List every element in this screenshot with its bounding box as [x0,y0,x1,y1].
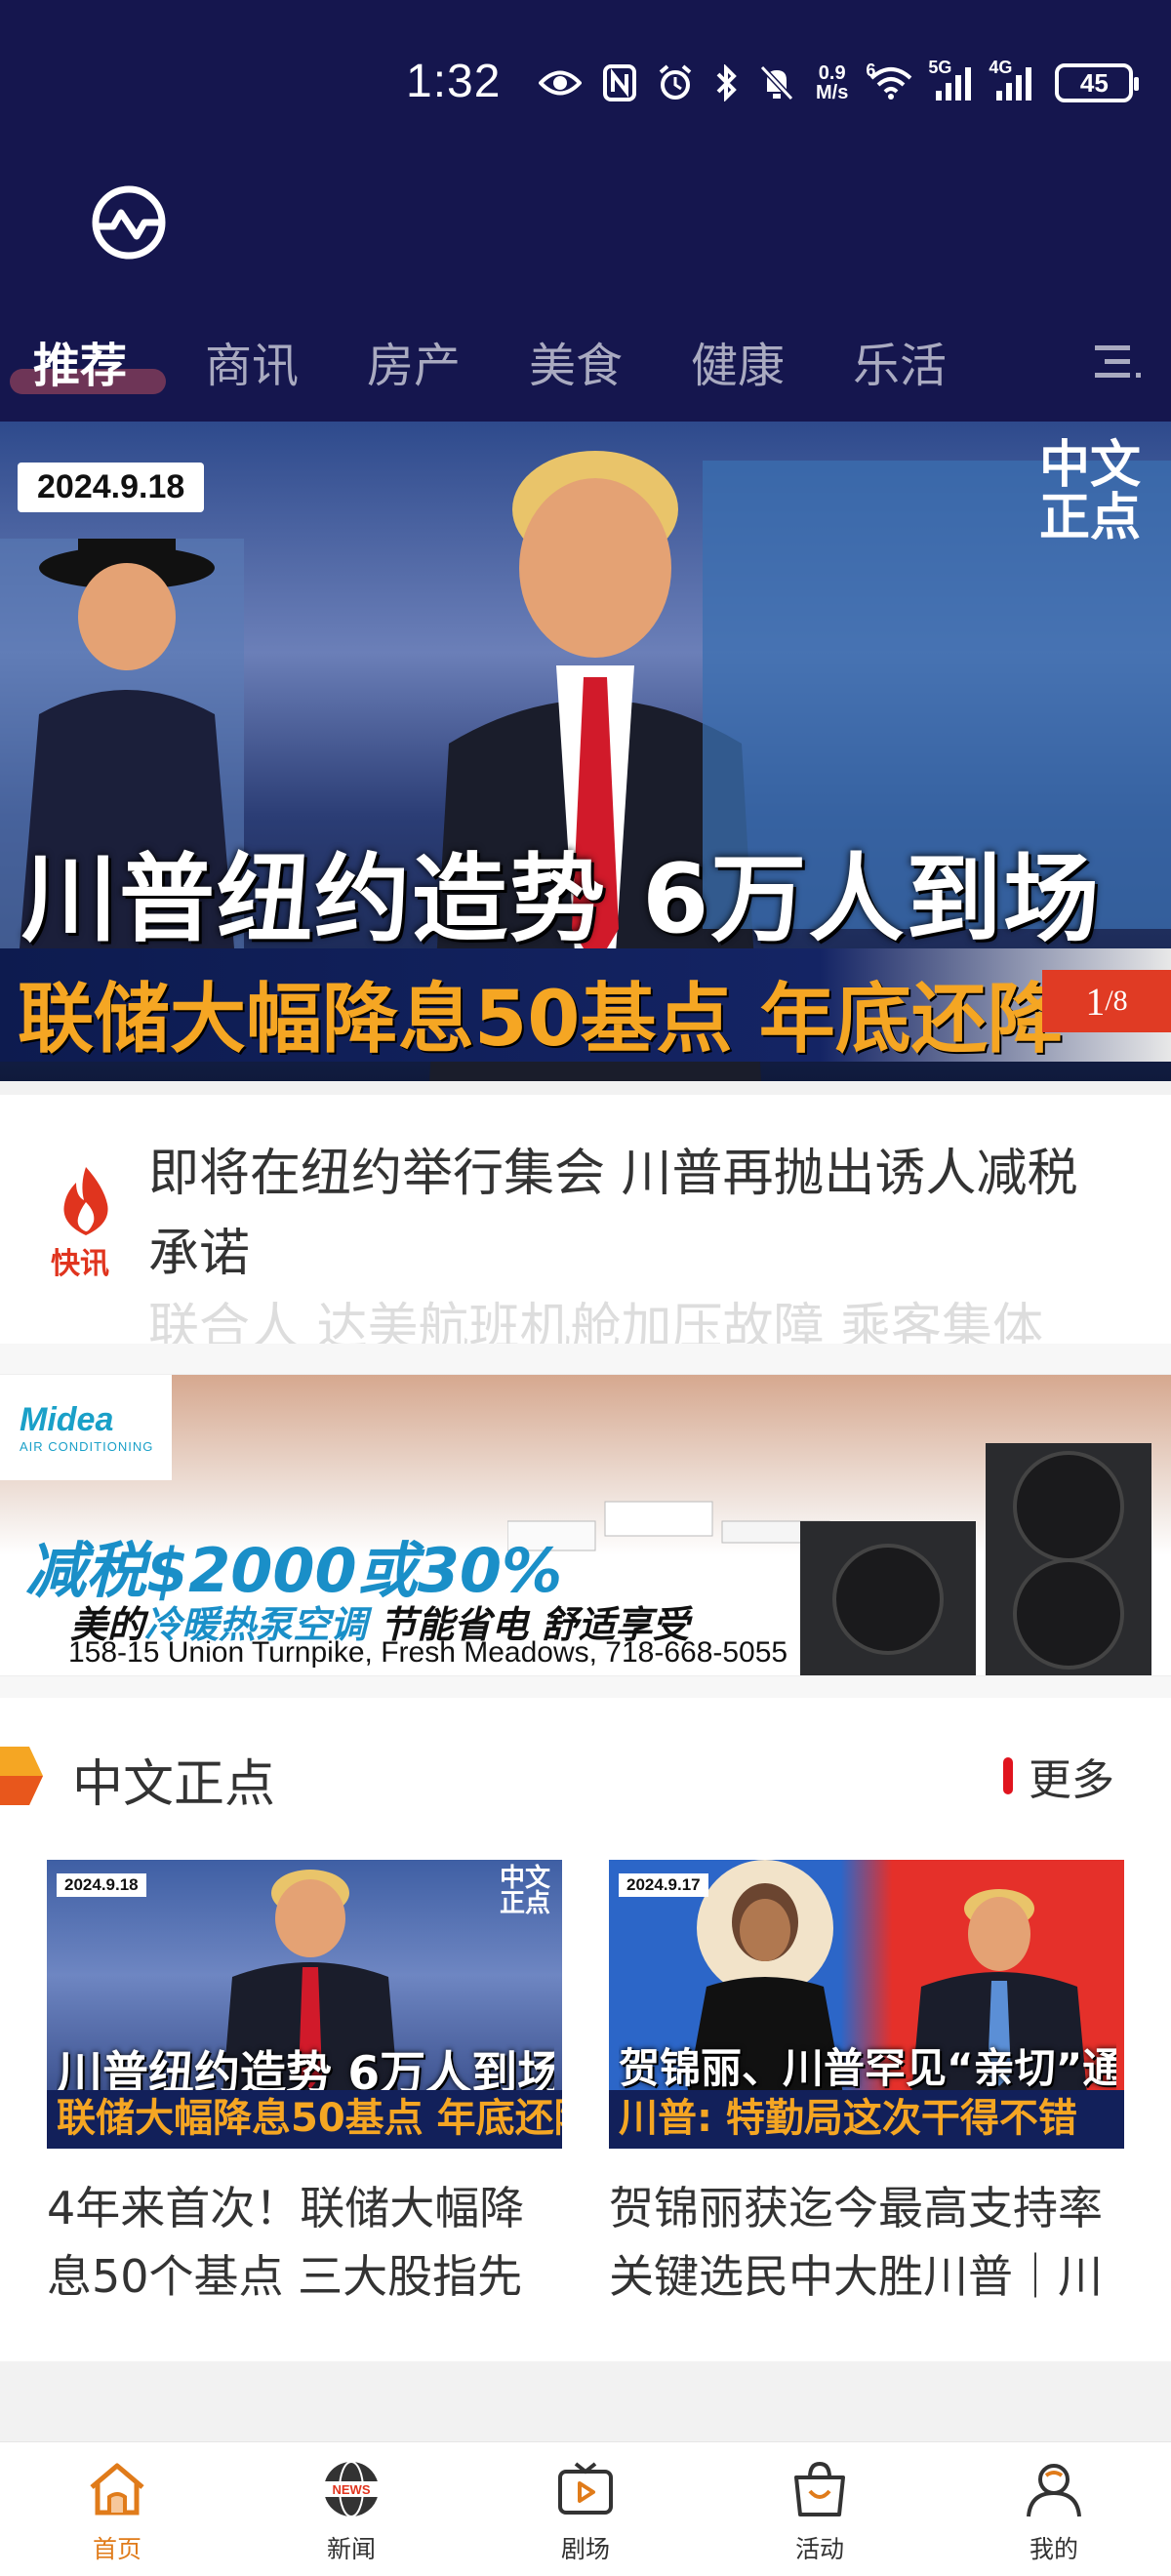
more-button[interactable]: 更多 [1003,1745,1114,1807]
news-flash[interactable]: 快讯 即将在纽约举行集会 川普再抛出诱人减税承诺 联合人 达美航班机舱加压故障 … [0,1095,1171,1344]
more-label: 更多 [1029,1755,1114,1805]
nfc-icon [603,64,636,101]
network-speed-unit: M/s [816,82,849,103]
news-flash-label: 快讯 [51,1247,109,1281]
nav-profile[interactable]: 我的 [986,2458,1122,2565]
home-icon [90,2463,144,2516]
eye-icon [539,68,582,98]
banner-page-total: /8 [1105,985,1128,1017]
nav-news-label: 新闻 [326,2535,376,2563]
card-thumb-headline: 贺锦丽、川普罕见“亲切”通话 [619,2044,1116,2092]
nav-profile-label: 我的 [1029,2535,1078,2563]
banner-page-current: 1 [1085,979,1106,1024]
video-card[interactable]: 2024.9.17 贺锦丽、川普罕见“亲切”通话 川普: 特勤局这次干得不错 贺… [609,1860,1124,2311]
bluetooth-icon [714,64,738,101]
card-title[interactable]: 4年来首次！联储大幅降息50个基点 三大股指先 [47,2174,562,2311]
tv-play-icon [558,2462,613,2515]
card-date: 2024.9.17 [619,1873,708,1897]
mute-icon [759,64,794,101]
news-icon-text: NEWS [333,2482,371,2497]
signal-label-4g: 4G [989,58,1013,77]
news-flash-text[interactable]: 即将在纽约举行集会 川普再抛出诱人减税承诺 [148,1134,1124,1294]
nav-theater-label: 剧场 [560,2535,610,2563]
nav-events[interactable]: 活动 [751,2458,888,2565]
section-title: 中文正点 [72,1755,276,1814]
network-speed: 0.9 M/s [816,63,848,102]
bottom-navigation: 首页 NEWS 新闻 剧场 活动 我的 [0,2441,1171,2576]
news-flash-next: 联合人 达美航班机舱加压故障 乘客集体 [148,1299,1044,1344]
ad-brand-sub: AIR CONDITIONING [20,1439,154,1454]
banner-brand-logo: 中文正点 [1038,436,1141,547]
banner-headline: 川普纽约造势 6万人到场 [21,844,1102,955]
section-flag-icon [0,1747,43,1805]
nav-events-label: 活动 [794,2535,844,2563]
tabs-menu-icon[interactable] [1091,340,1144,384]
signal-icon-5g: 5G [928,58,973,101]
app-logo-icon[interactable] [90,183,168,262]
midea-logo: Midea AIR CONDITIONING [0,1375,172,1480]
nav-news[interactable]: NEWS 新闻 [283,2458,420,2565]
user-icon [1027,2464,1081,2517]
video-thumbnail[interactable]: 2024.9.18 中文正点 川普纽约造势 6万人到场 联储大幅降息50基点 年… [47,1860,562,2149]
tab-business[interactable]: 商讯 [205,322,299,400]
tab-recommended[interactable]: 推荐 [33,322,127,400]
nav-home-label: 首页 [92,2535,141,2563]
video-thumbnail[interactable]: 2024.9.17 贺锦丽、川普罕见“亲切”通话 川普: 特勤局这次干得不错 [609,1860,1124,2149]
divider [0,1676,1171,1698]
category-tabs: 推荐 商讯 房产 美食 健康 乐活 [0,322,1171,400]
news-globe-icon: NEWS [322,2461,381,2517]
app-header: 1:32 0.9 M/s 6 5G 4G 45 推荐 商讯 房产 美食 健康 乐… [0,0,1171,422]
ad-banner[interactable]: Midea AIR CONDITIONING 减税$2000或30% 美的冷暖热… [0,1374,1171,1676]
banner-page-indicator: 1/8 [1042,970,1171,1032]
tab-food[interactable]: 美食 [529,322,623,400]
nav-theater[interactable]: 剧场 [517,2458,654,2565]
section-zhongwen-zhengdian: 中文正点 更多 2024.9.18 中文正点 川普纽约造势 6万人到场 联储大幅… [0,1698,1171,2361]
divider [0,2361,1171,2441]
status-bar: 1:32 0.9 M/s 6 5G 4G 45 [0,0,1171,176]
wifi-label: 6 [866,60,876,80]
battery-icon: 45 [1055,63,1140,102]
network-speed-value: 0.9 [818,62,846,84]
status-icons: 0.9 M/s 6 5G 4G 45 [539,58,1140,107]
hero-banner[interactable]: 2024.9.18 中文正点 川普纽约造势 6万人到场 联储大幅降息50基点 年… [0,422,1171,1081]
tab-real-estate[interactable]: 房产 [367,322,461,400]
ad-address: 158-15 Union Turnpike, Fresh Meadows, 71… [68,1636,788,1669]
tab-health[interactable]: 健康 [691,322,785,400]
more-indicator [1003,1757,1013,1794]
card-date: 2024.9.18 [57,1873,146,1897]
video-card[interactable]: 2024.9.18 中文正点 川普纽约造势 6万人到场 联储大幅降息50基点 年… [47,1860,562,2311]
card-title[interactable]: 贺锦丽获迄今最高支持率 关键选民中大胜川普｜川 [609,2174,1124,2311]
banner-date: 2024.9.18 [18,463,205,512]
banner-subheadline: 联储大幅降息50基点 年底还降 [18,976,1064,1064]
wifi-icon: 6 [866,60,912,100]
card-thumb-subheadline: 联储大幅降息50基点 年底还降 [47,2090,562,2149]
tab-lifestyle[interactable]: 乐活 [853,322,947,400]
card-brand-logo: 中文正点 [499,1864,550,1918]
nav-home[interactable]: 首页 [49,2458,185,2565]
signal-label-5g: 5G [928,58,952,77]
status-time: 1:32 [406,56,502,107]
shopping-bag-icon [794,2461,845,2516]
ad-brand-main: Midea [20,1401,114,1438]
battery-level: 45 [1079,67,1109,98]
divider [0,1344,1171,1374]
alarm-icon [658,64,693,101]
card-thumb-subheadline: 川普: 特勤局这次干得不错 [609,2090,1124,2149]
signal-icon-4g: 4G [989,58,1033,101]
divider [0,1081,1171,1095]
